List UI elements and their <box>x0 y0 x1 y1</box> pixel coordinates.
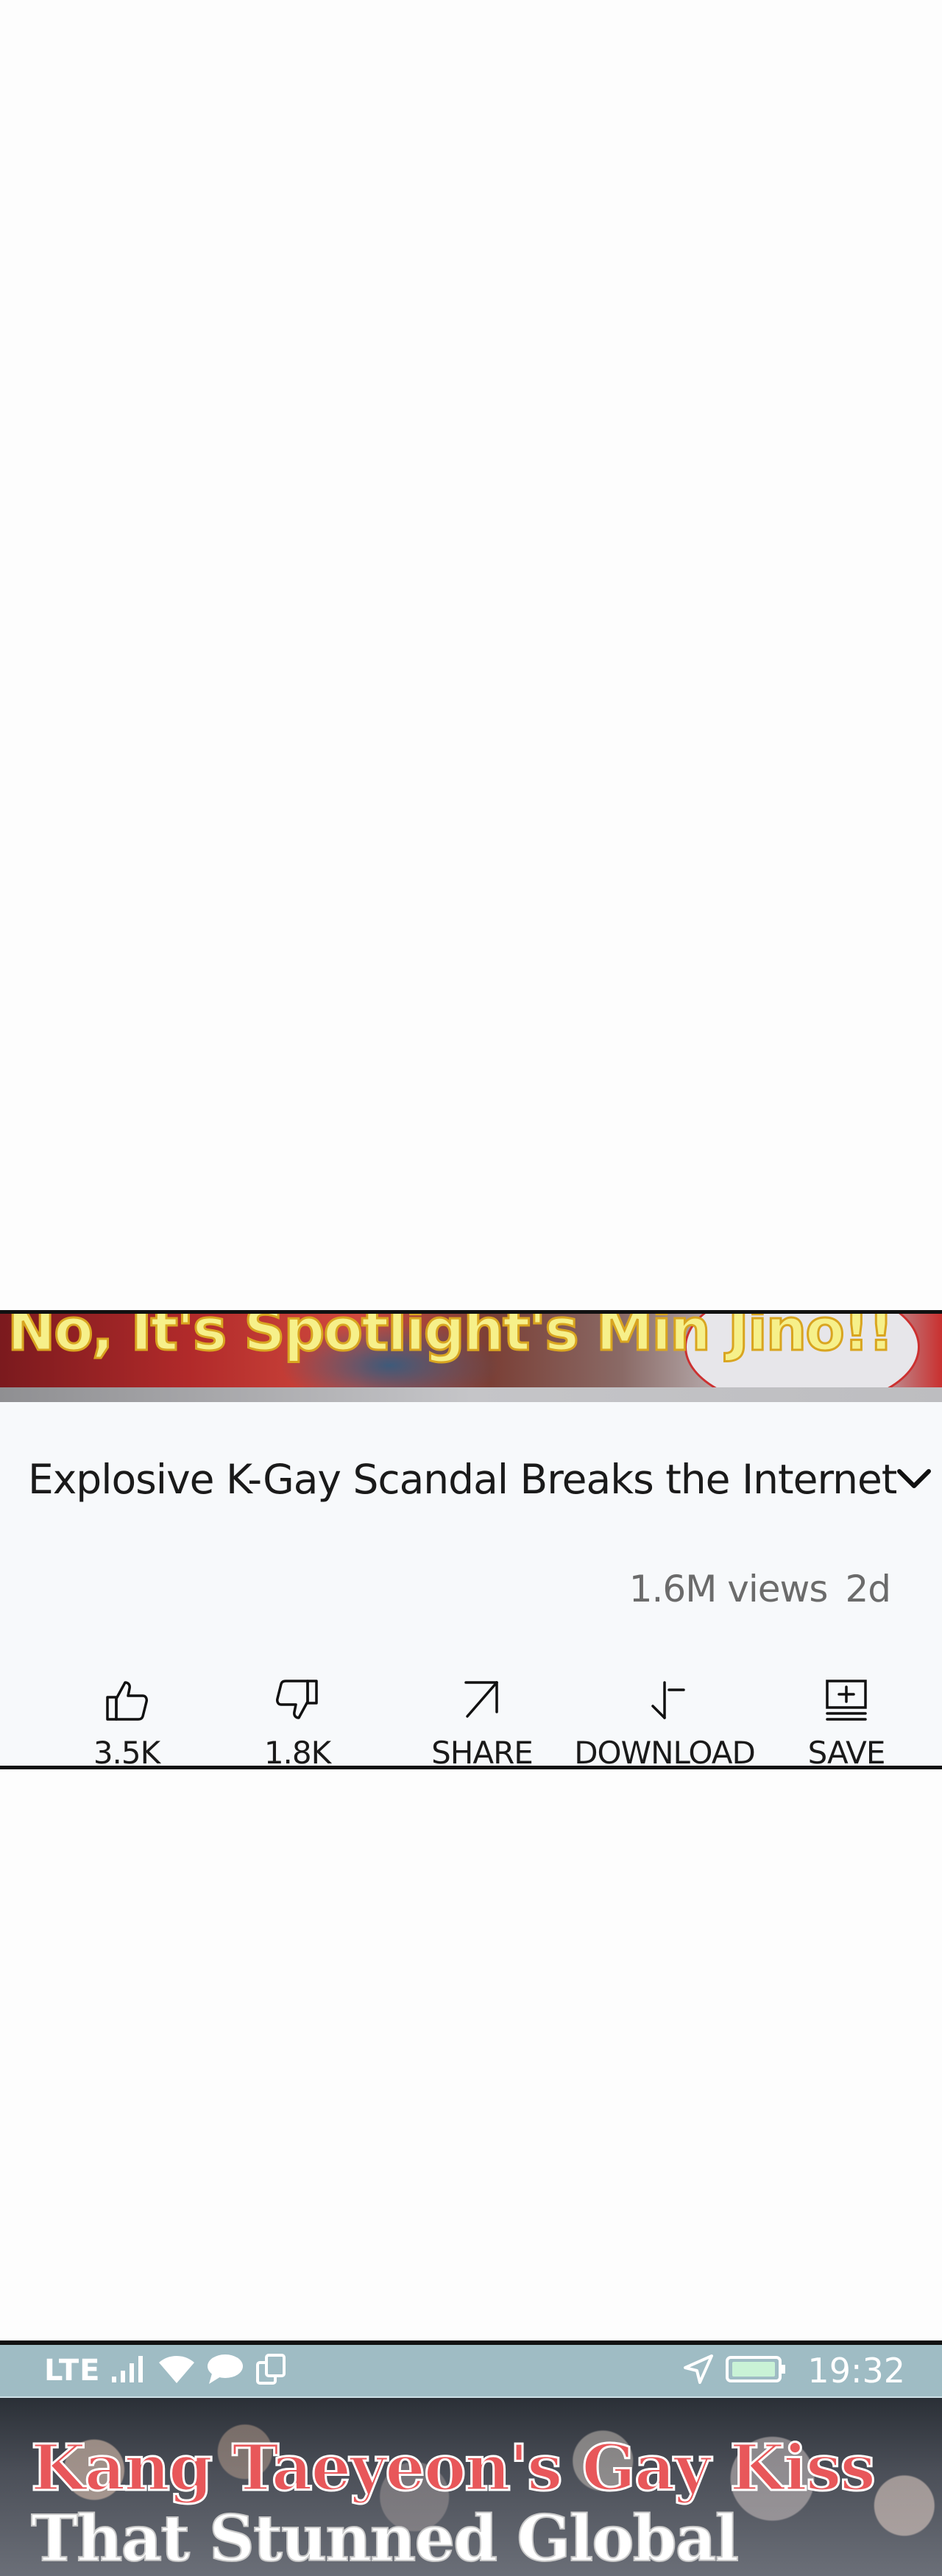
battery-icon <box>725 2353 787 2388</box>
thumbs-up-icon <box>101 1674 152 1726</box>
download-label: DOWNLOAD <box>574 1735 756 1769</box>
next-video-thumbnail[interactable]: Kang Taeyeon's Gay Kiss That Stunned Glo… <box>0 2396 942 2576</box>
save-icon <box>821 1674 872 1726</box>
dislike-count: 1.8K <box>263 1735 331 1769</box>
status-right: 19:32 <box>682 2351 905 2391</box>
sync-icon <box>255 2352 288 2389</box>
signal-icon <box>110 2354 147 2387</box>
video-title[interactable]: Explosive K-Gay Scandal Breaks the Inter… <box>28 1456 897 1503</box>
like-count: 3.5K <box>93 1735 160 1769</box>
status-clock: 19:32 <box>807 2351 905 2391</box>
next-video-caption: Kang Taeyeon's Gay Kiss That Stunned Glo… <box>30 2431 914 2576</box>
video-meta: 1.6M views 2d <box>628 1568 891 1610</box>
location-icon <box>682 2353 715 2388</box>
share-button[interactable]: SHARE <box>394 1674 570 1769</box>
status-bar: LTE 19:32 <box>0 2345 942 2396</box>
network-type: LTE <box>44 2354 101 2388</box>
blank-area-middle <box>0 1769 942 2340</box>
save-label: SAVE <box>807 1735 886 1769</box>
save-button[interactable]: SAVE <box>758 1674 935 1769</box>
share-label: SHARE <box>431 1735 534 1769</box>
status-left: LTE <box>44 2352 288 2389</box>
video-thumbnail[interactable]: No, It's Spotlight's Min Jino!! <box>0 1314 942 1402</box>
dislike-button[interactable]: 1.8K <box>209 1674 386 1769</box>
upload-age: 2d <box>845 1568 891 1610</box>
chevron-down-icon[interactable] <box>896 1459 932 1500</box>
title-row[interactable]: Explosive K-Gay Scandal Breaks the Inter… <box>28 1454 932 1505</box>
thumbs-down-icon <box>272 1674 323 1726</box>
message-icon <box>206 2353 244 2388</box>
caption-line-2: That Stunned Global <box>30 2502 740 2576</box>
download-button[interactable]: DOWNLOAD <box>574 1674 756 1769</box>
share-icon <box>456 1674 508 1726</box>
action-bar: 3.5K 1.8K SHARE DOWNLOAD SAVE <box>0 1674 942 1769</box>
download-icon <box>639 1674 690 1726</box>
wifi-icon <box>157 2354 196 2388</box>
blank-area-top <box>0 0 942 1310</box>
video-info-card: No, It's Spotlight's Min Jino!! Explosiv… <box>0 1310 942 1769</box>
caption-line-1: Kang Taeyeon's Gay Kiss <box>30 2431 877 2505</box>
thumbnail-caption: No, It's Spotlight's Min Jino!! <box>7 1314 896 1365</box>
like-button[interactable]: 3.5K <box>38 1674 215 1769</box>
view-count: 1.6M views <box>628 1568 829 1610</box>
